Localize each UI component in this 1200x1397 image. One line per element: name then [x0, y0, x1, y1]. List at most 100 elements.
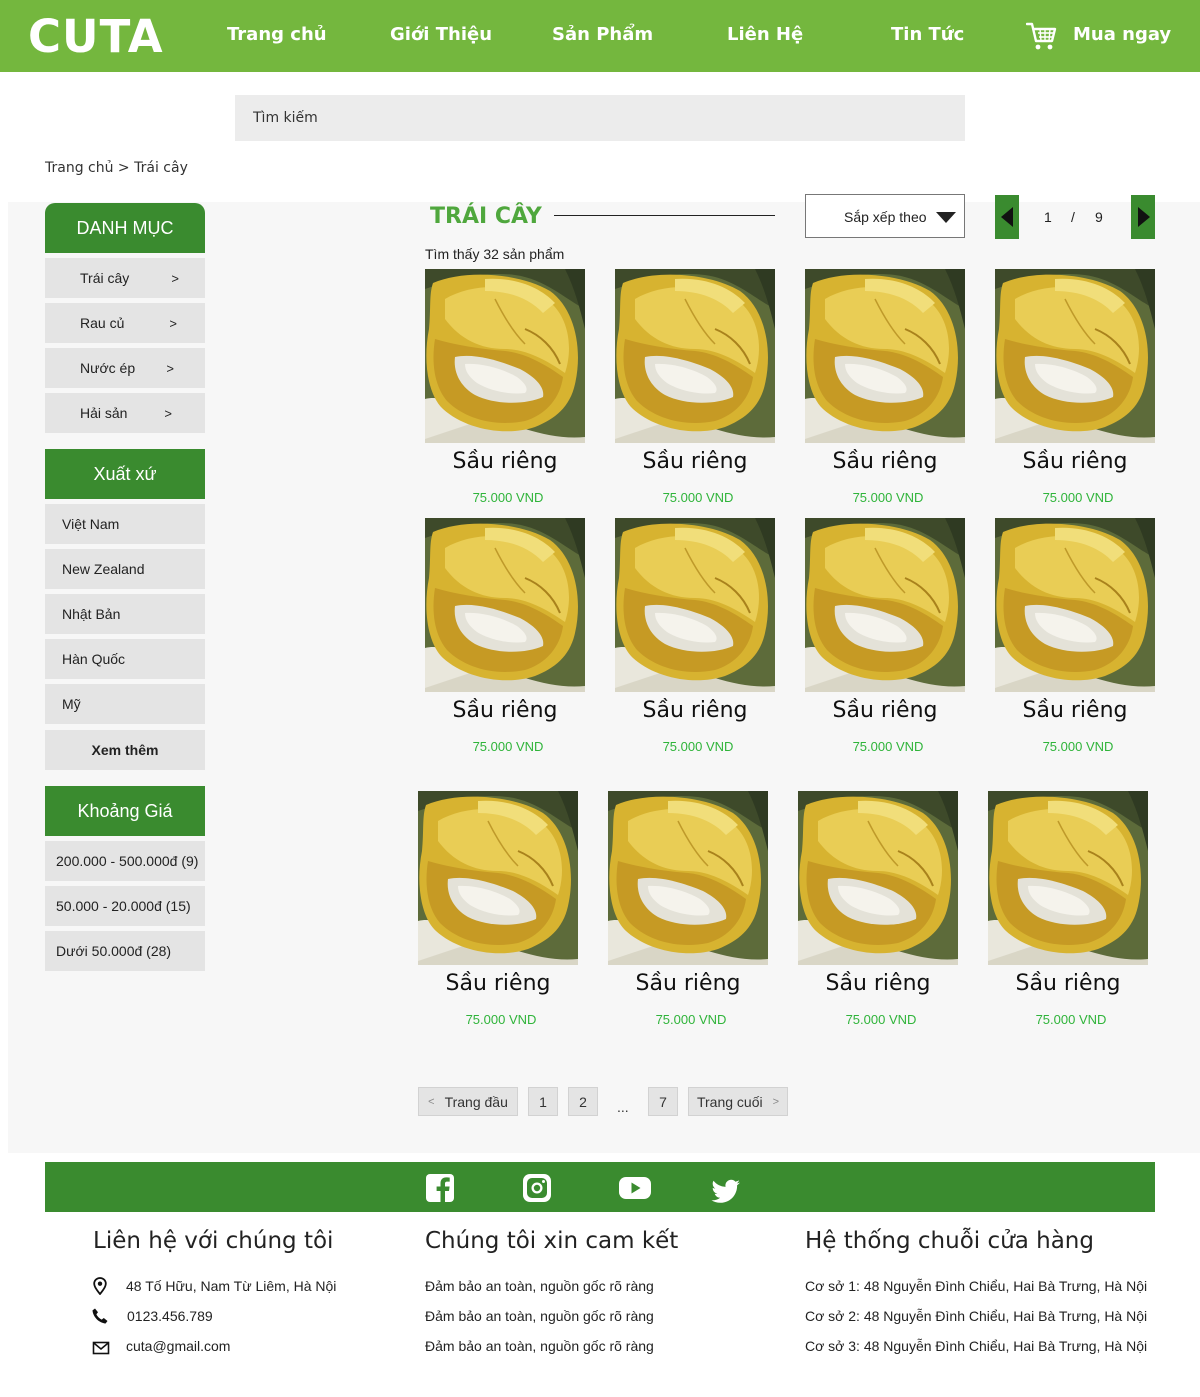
product-price: 75.000 VND	[662, 490, 734, 505]
price-range-label: 50.000 - 20.000đ (15)	[56, 898, 191, 914]
nav-about[interactable]: Giới Thiệu	[390, 24, 492, 48]
breadcrumb-current[interactable]: Trái cây	[134, 160, 188, 176]
price-range-item[interactable]: 200.000 - 500.000đ (9)	[45, 841, 205, 881]
origin-header: Xuất xứ	[45, 449, 205, 499]
origin-label: New Zealand	[62, 561, 145, 577]
page-button-7[interactable]: 7	[648, 1087, 678, 1116]
product-name[interactable]: Sầu riêng	[995, 449, 1155, 474]
price-range-item[interactable]: 50.000 - 20.000đ (15)	[45, 886, 205, 926]
facebook-icon[interactable]	[425, 1173, 455, 1203]
durian-photo	[615, 269, 775, 443]
category-item-fruit[interactable]: Trái cây >	[45, 258, 205, 298]
social-bar	[45, 1162, 1155, 1212]
product-image[interactable]	[995, 518, 1155, 692]
product-name[interactable]: Sầu riêng	[615, 449, 775, 474]
product-image[interactable]	[995, 269, 1155, 443]
product-name[interactable]: Sầu riêng	[805, 698, 965, 723]
product-image[interactable]	[615, 269, 775, 443]
first-page-button[interactable]: < Trang đầu	[418, 1087, 518, 1116]
buy-now-link[interactable]: Mua ngay	[1073, 24, 1171, 45]
product-name[interactable]: Sầu riêng	[805, 449, 965, 474]
breadcrumb-home[interactable]: Trang chủ	[45, 160, 113, 176]
nav-home[interactable]: Trang chủ	[227, 24, 327, 48]
category-label: Nước ép	[80, 360, 136, 376]
origin-item-new-zealand[interactable]: New Zealand	[45, 549, 205, 589]
durian-photo	[798, 791, 958, 965]
product-name[interactable]: Sầu riêng	[615, 698, 775, 723]
youtube-icon[interactable]	[618, 1173, 652, 1203]
nav-products[interactable]: Sản Phẩm	[552, 24, 653, 48]
product-price: 75.000 VND	[662, 739, 734, 754]
product-price: 75.000 VND	[852, 739, 924, 754]
breadcrumb-separator: >	[113, 160, 135, 176]
see-more-button[interactable]: Xem thêm	[45, 730, 205, 770]
last-page-button[interactable]: Trang cuối >	[688, 1087, 788, 1116]
store-address: Cơ sở 3: 48 Nguyễn Đình Chiểu, Hai Bà Tr…	[805, 1338, 1148, 1354]
breadcrumb: Trang chủ > Trái cây	[45, 160, 188, 176]
nav-contact[interactable]: Liên Hệ	[727, 24, 803, 48]
contact-email[interactable]: cuta@gmail.com	[126, 1338, 230, 1354]
next-page-button[interactable]	[1131, 195, 1155, 239]
search-input[interactable]	[235, 95, 965, 141]
prev-page-button[interactable]	[995, 195, 1019, 239]
category-label: Hải sản	[80, 405, 128, 421]
product-name[interactable]: Sầu riêng	[988, 971, 1148, 996]
product-image[interactable]	[798, 791, 958, 965]
logo[interactable]: CUTA	[28, 10, 164, 63]
product-name[interactable]: Sầu riêng	[995, 698, 1155, 723]
category-item-seafood[interactable]: Hải sản >	[45, 393, 205, 433]
product-name[interactable]: Sầu riêng	[425, 449, 585, 474]
product-image[interactable]	[615, 518, 775, 692]
durian-photo	[608, 791, 768, 965]
nav-news[interactable]: Tin Tức	[891, 24, 964, 48]
commitment-heading: Chúng tôi xin cam kết	[425, 1228, 679, 1254]
product-price: 75.000 VND	[655, 1012, 727, 1027]
last-page-label: Trang cuối	[696, 1093, 763, 1110]
durian-photo	[425, 269, 585, 443]
product-price: 75.000 VND	[1035, 1012, 1107, 1027]
origin-item-vietnam[interactable]: Việt Nam	[45, 504, 205, 544]
origin-item-usa[interactable]: Mỹ	[45, 684, 205, 724]
origin-item-japan[interactable]: Nhật Bản	[45, 594, 205, 634]
page-button-2[interactable]: 2	[568, 1087, 598, 1116]
chevron-right-icon: >	[164, 405, 172, 421]
sort-dropdown[interactable]: Sắp xếp theo	[805, 194, 965, 238]
price-range-label: 200.000 - 500.000đ (9)	[56, 853, 199, 869]
title-divider	[554, 215, 775, 216]
product-image[interactable]	[988, 791, 1148, 965]
durian-photo	[805, 269, 965, 443]
chevron-right-icon: >	[169, 315, 177, 331]
page-button-1[interactable]: 1	[528, 1087, 558, 1116]
category-item-vegetables[interactable]: Rau củ >	[45, 303, 205, 343]
contact-heading: Liên hệ với chúng tôi	[93, 1228, 334, 1254]
category-header: DANH MỤC	[45, 203, 205, 253]
chevron-right-icon: >	[171, 270, 179, 286]
price-range-item[interactable]: Dưới 50.000đ (28)	[45, 931, 205, 971]
commitment-line: Đảm bảo an toàn, nguồn gốc rõ ràng	[425, 1278, 654, 1294]
product-image[interactable]	[425, 269, 585, 443]
price-range-label: Dưới 50.000đ (28)	[56, 943, 172, 959]
instagram-icon[interactable]	[522, 1173, 552, 1203]
product-name[interactable]: Sầu riêng	[798, 971, 958, 996]
product-image[interactable]	[805, 269, 965, 443]
cart-icon[interactable]	[1026, 20, 1058, 52]
origin-item-korea[interactable]: Hàn Quốc	[45, 639, 205, 679]
durian-photo	[988, 791, 1148, 965]
twitter-icon[interactable]	[711, 1177, 741, 1207]
commitment-line: Đảm bảo an toàn, nguồn gốc rõ ràng	[425, 1338, 654, 1354]
caret-left-icon	[1001, 207, 1013, 227]
origin-label: Mỹ	[62, 696, 81, 712]
product-name[interactable]: Sầu riêng	[608, 971, 768, 996]
chevron-left-icon: <	[428, 1095, 435, 1108]
product-image[interactable]	[425, 518, 585, 692]
chevron-right-icon: >	[772, 1095, 780, 1108]
product-image[interactable]	[805, 518, 965, 692]
product-name[interactable]: Sầu riêng	[425, 698, 585, 723]
price-range-header: Khoảng Giá	[45, 786, 205, 836]
store-address: Cơ sở 1: 48 Nguyễn Đình Chiểu, Hai Bà Tr…	[805, 1278, 1148, 1294]
contact-phone[interactable]: 0123.456.789	[127, 1308, 213, 1324]
product-image[interactable]	[608, 791, 768, 965]
category-item-juice[interactable]: Nước ép >	[45, 348, 205, 388]
product-name[interactable]: Sầu riêng	[418, 971, 578, 996]
product-image[interactable]	[418, 791, 578, 965]
